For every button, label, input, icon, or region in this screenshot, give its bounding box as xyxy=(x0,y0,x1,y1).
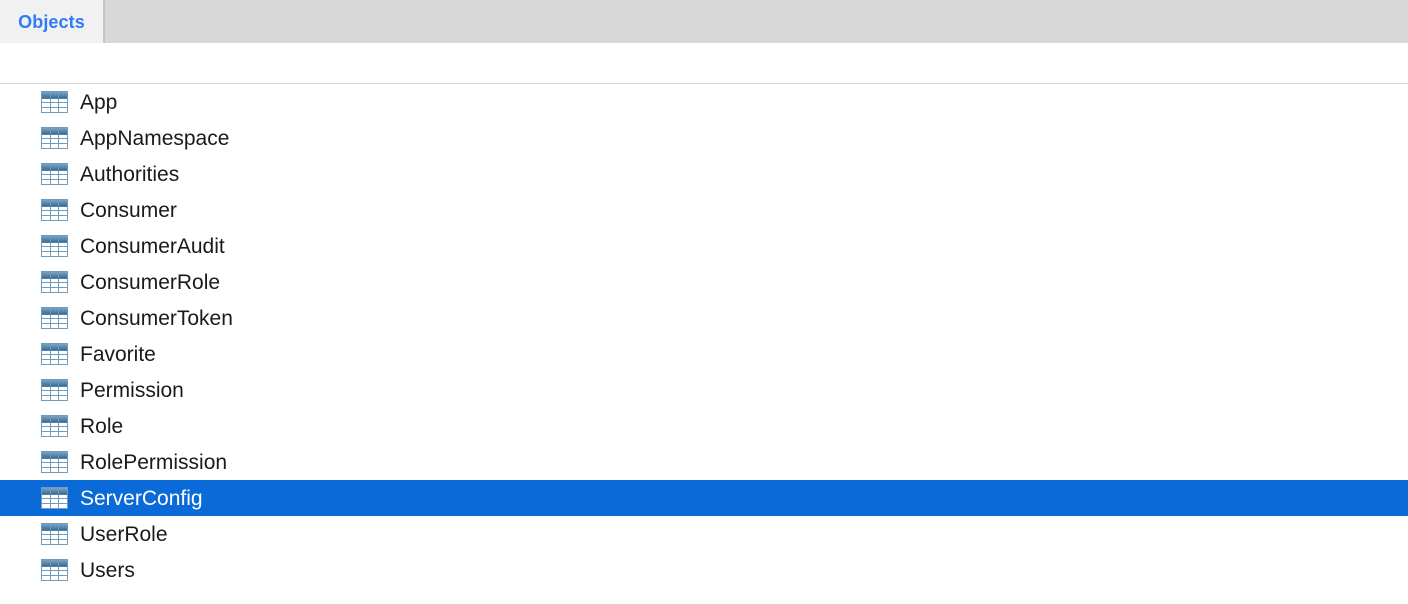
object-list-item-label: Favorite xyxy=(80,342,156,366)
object-list-item-label: RolePermission xyxy=(80,450,228,474)
object-list-item[interactable]: RolePermission xyxy=(0,444,1408,480)
object-list-item-label: ConsumerRole xyxy=(80,270,221,294)
table-icon xyxy=(41,307,68,329)
object-list[interactable]: App AppNamespace Authorities Consumer Consum… xyxy=(0,84,1408,588)
tab-objects[interactable]: Objects xyxy=(0,0,105,43)
object-list-item[interactable]: ConsumerRole xyxy=(0,264,1408,300)
object-list-item[interactable]: Authorities xyxy=(0,156,1408,192)
table-icon xyxy=(41,235,68,257)
object-list-item[interactable]: Role xyxy=(0,408,1408,444)
object-list-item-label: ConsumerAudit xyxy=(80,234,225,258)
table-icon xyxy=(41,199,68,221)
object-list-item-label: Consumer xyxy=(80,198,177,222)
table-icon xyxy=(41,523,68,545)
object-list-item[interactable]: AppNamespace xyxy=(0,120,1408,156)
table-icon xyxy=(41,379,68,401)
object-list-item-label: Permission xyxy=(80,378,184,402)
list-toolbar xyxy=(0,43,1408,84)
tab-bar: Objects xyxy=(0,0,1408,43)
table-icon xyxy=(41,163,68,185)
object-list-item-label: Authorities xyxy=(80,162,180,186)
object-list-item-label: AppNamespace xyxy=(80,126,230,150)
object-list-item[interactable]: ConsumerAudit xyxy=(0,228,1408,264)
object-list-item-label: App xyxy=(80,90,118,114)
object-list-item[interactable]: UserRole xyxy=(0,516,1408,552)
tab-objects-label: Objects xyxy=(18,11,85,32)
object-list-item[interactable]: Permission xyxy=(0,372,1408,408)
tab-bar-empty-area xyxy=(105,0,1408,43)
table-icon xyxy=(41,415,68,437)
table-icon xyxy=(41,451,68,473)
object-list-item[interactable]: ServerConfig xyxy=(0,480,1408,516)
object-list-item-label: ConsumerToken xyxy=(80,306,233,330)
object-list-item-label: ServerConfig xyxy=(80,486,203,510)
table-icon xyxy=(41,487,68,509)
object-list-item-label: Users xyxy=(80,558,135,582)
object-list-item-label: Role xyxy=(80,414,124,438)
object-list-item[interactable]: Consumer xyxy=(0,192,1408,228)
table-icon xyxy=(41,271,68,293)
object-list-item[interactable]: ConsumerToken xyxy=(0,300,1408,336)
object-list-item[interactable]: Users xyxy=(0,552,1408,588)
table-icon xyxy=(41,127,68,149)
table-icon xyxy=(41,559,68,581)
object-list-item-label: UserRole xyxy=(80,522,168,546)
table-icon xyxy=(41,343,68,365)
table-icon xyxy=(41,91,68,113)
object-list-item[interactable]: Favorite xyxy=(0,336,1408,372)
object-list-item[interactable]: App xyxy=(0,84,1408,120)
